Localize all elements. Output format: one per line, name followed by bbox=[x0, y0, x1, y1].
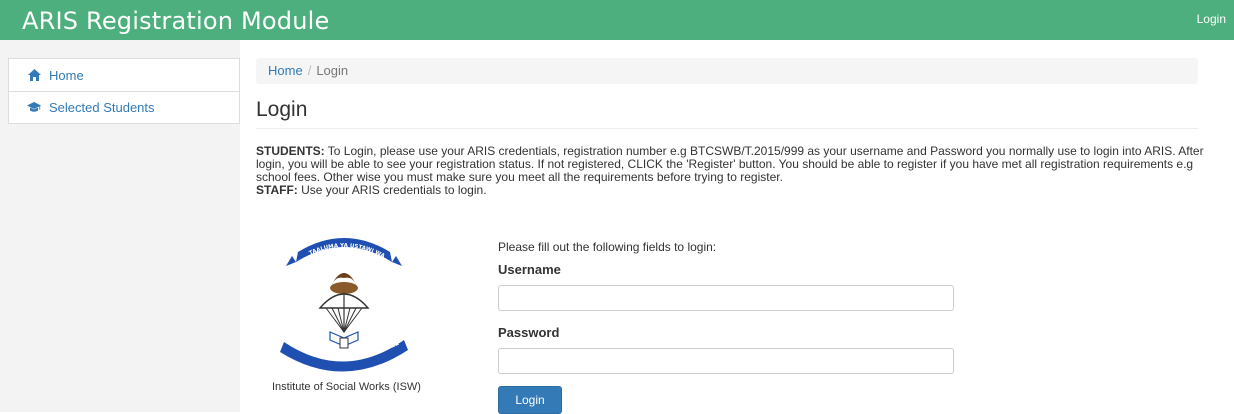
username-label: Username bbox=[498, 262, 561, 277]
login-form: Please fill out the following fields to … bbox=[498, 240, 958, 414]
login-instructions: STUDENTS: To Login, please use your ARIS… bbox=[256, 145, 1216, 197]
staff-label: STAFF: bbox=[256, 183, 298, 197]
title-divider bbox=[256, 128, 1198, 129]
sidebar-item-home[interactable]: Home bbox=[9, 59, 239, 91]
breadcrumb-home-link[interactable]: Home bbox=[268, 63, 303, 78]
breadcrumb-current: Login bbox=[316, 63, 349, 78]
header-login-link[interactable]: Login bbox=[1197, 12, 1226, 26]
graduation-cap-icon bbox=[27, 101, 41, 115]
sidebar-nav: Home Selected Students bbox=[8, 58, 240, 124]
password-input[interactable] bbox=[498, 348, 954, 374]
page-title: Login bbox=[256, 98, 308, 121]
form-hint: Please fill out the following fields to … bbox=[498, 240, 717, 254]
username-input[interactable] bbox=[498, 285, 954, 311]
password-label: Password bbox=[498, 325, 560, 340]
home-icon bbox=[27, 68, 41, 82]
logo-caption: Institute of Social Works (ISW) bbox=[272, 381, 421, 393]
top-navbar: ARIS Registration Module Login bbox=[0, 0, 1234, 40]
login-button[interactable]: Login bbox=[498, 386, 562, 414]
staff-instructions: Use your ARIS credentials to login. bbox=[297, 183, 487, 197]
students-label: STUDENTS: bbox=[256, 144, 325, 158]
institute-logo: TAALUMA YA USTAWI WA JAMII HUDUMA HUKUZA… bbox=[259, 227, 426, 382]
breadcrumb-separator: / bbox=[307, 63, 312, 78]
sidebar-item-selected-students[interactable]: Selected Students bbox=[9, 91, 239, 123]
breadcrumb: Home / Login bbox=[256, 58, 1198, 84]
sidebar-item-label: Selected Students bbox=[49, 100, 155, 115]
app-title[interactable]: ARIS Registration Module bbox=[22, 7, 329, 35]
students-instructions: To Login, please use your ARIS credentia… bbox=[256, 144, 1204, 184]
sidebar-item-label: Home bbox=[49, 67, 84, 83]
